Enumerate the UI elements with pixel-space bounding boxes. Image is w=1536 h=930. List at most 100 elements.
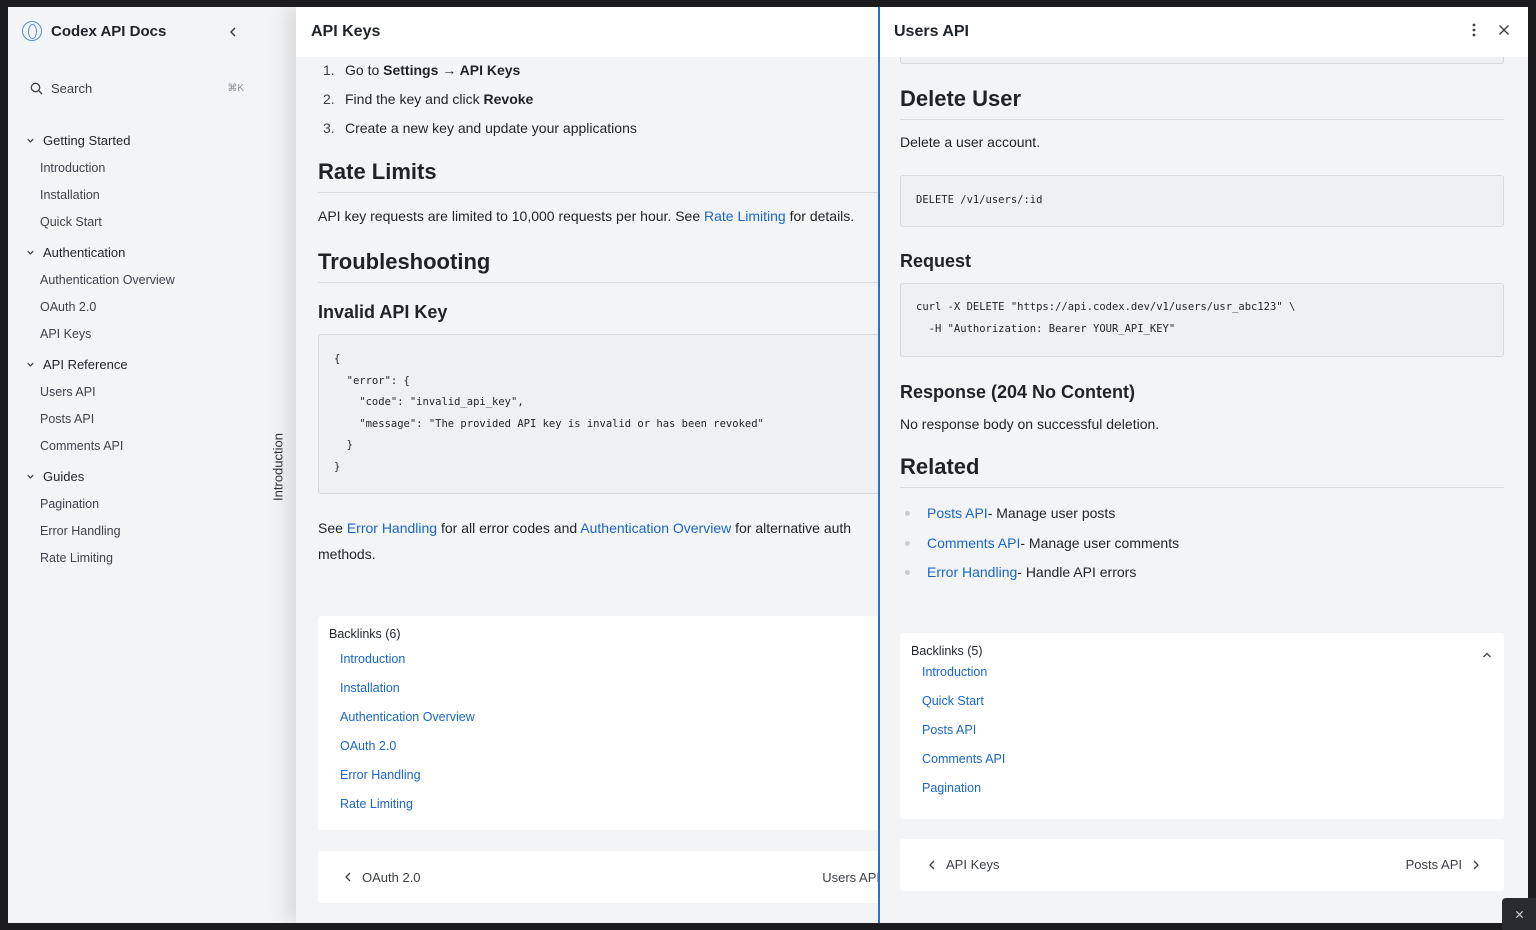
related-desc: - Manage user comments — [1020, 534, 1180, 551]
rate-limiting-link[interactable]: Rate Limiting — [704, 208, 786, 224]
chevron-left-icon — [229, 27, 236, 37]
list-item: 2. Find the key and click Revoke — [318, 85, 880, 114]
next-page-label: Posts API — [1405, 857, 1462, 872]
sidebar-item-quick-start[interactable]: Quick Start — [22, 208, 272, 235]
pane-content: Delete User Delete a user account. DELET… — [900, 57, 1504, 891]
nav-group-label: API Reference — [43, 357, 128, 372]
step-number: 3. — [323, 120, 335, 136]
close-icon — [1499, 25, 1509, 35]
sidebar-item-introduction[interactable]: Introduction — [22, 154, 272, 181]
step-text: Create a new key and update your applica… — [345, 120, 637, 136]
next-page-link[interactable]: Users API — [822, 870, 880, 885]
sidebar-item-installation[interactable]: Installation — [22, 181, 272, 208]
close-overlay-button[interactable] — [1502, 898, 1536, 930]
collapse-sidebar-button[interactable] — [222, 21, 244, 43]
related-error-handling-link[interactable]: Error Handling — [927, 558, 1017, 588]
page-navigation: OAuth 2.0 Users API — [318, 851, 880, 903]
list-item: Comments API - Manage user comments — [900, 529, 1504, 559]
bullet-icon — [905, 540, 910, 546]
text: See — [318, 520, 347, 536]
list-item: 1. Go to Settings → API Keys — [318, 56, 880, 85]
sidebar-item-api-keys[interactable]: API Keys — [22, 320, 272, 347]
chevron-down-icon — [27, 250, 34, 255]
pane-api-keys: API Keys 1. Go to Settings → API Keys 2. F… — [296, 7, 880, 923]
backlink-rate-limiting[interactable]: Rate Limiting — [340, 790, 869, 819]
sidebar-item-users-api[interactable]: Users API — [22, 378, 272, 405]
related-desc: - Manage user posts — [987, 505, 1116, 521]
sidebar-item-oauth[interactable]: OAuth 2.0 — [22, 293, 272, 320]
nav-group-guides[interactable]: Guides — [22, 463, 272, 490]
see-also-text: See Error Handling for all error codes a… — [318, 515, 874, 567]
subsection-heading: Invalid API Key — [318, 302, 448, 322]
next-page-label: Users API — [822, 869, 880, 885]
sidebar-item-pagination[interactable]: Pagination — [22, 490, 272, 517]
text: for all error codes and — [437, 520, 581, 536]
collapse-backlinks-button[interactable] — [1482, 646, 1492, 664]
subsection-heading: Request — [900, 251, 972, 271]
step-text: Find the key and click — [345, 91, 484, 107]
section-heading: Rate Limits — [318, 159, 880, 193]
sidebar-item-authentication-overview[interactable]: Authentication Overview — [22, 266, 272, 293]
search-button[interactable]: Search ⌘K — [22, 75, 244, 101]
search-label: Search — [51, 80, 93, 96]
list-item: Posts API - Manage user posts — [900, 499, 1504, 529]
backlinks-title: Backlinks (6) — [329, 627, 401, 641]
sidebar-item-error-handling[interactable]: Error Handling — [22, 517, 272, 544]
app-name: Codex API Docs — [51, 22, 167, 40]
chevron-right-icon — [1473, 860, 1479, 869]
code-block: { "error": { "code": "invalid_api_key", … — [318, 334, 880, 494]
prev-page-link[interactable]: OAuth 2.0 — [344, 870, 421, 885]
collapsed-pane-label: Introduction — [270, 433, 286, 501]
more-options-button[interactable] — [1472, 23, 1476, 42]
prev-page-label: OAuth 2.0 — [362, 869, 421, 885]
prev-page-link[interactable]: API Keys — [928, 857, 999, 872]
nav-group-authentication[interactable]: Authentication — [22, 239, 272, 266]
sidebar-item-comments-api[interactable]: Comments API — [22, 432, 272, 459]
authentication-overview-link[interactable]: Authentication Overview — [580, 520, 731, 536]
section-heading: Related — [900, 454, 1504, 488]
endpoint-code-block: DELETE /v1/users/:id — [900, 175, 1504, 227]
step-text: Go to — [345, 62, 384, 78]
related-posts-api-link[interactable]: Posts API — [927, 499, 988, 529]
sidebar-nav: Getting Started Introduction Installatio… — [22, 127, 272, 571]
text: for details. — [785, 208, 855, 224]
pane-title: API Keys — [296, 7, 880, 57]
backlinks-title: Backlinks (5) — [911, 643, 983, 658]
backlink-quick-start[interactable]: Quick Start — [922, 687, 1493, 716]
backlink-introduction[interactable]: Introduction — [922, 658, 1493, 687]
nav-group-getting-started[interactable]: Getting Started — [22, 127, 272, 154]
nav-group-api-reference[interactable]: API Reference — [22, 351, 272, 378]
chevron-down-icon — [27, 474, 34, 479]
code-block-end — [900, 57, 1504, 64]
chevron-left-icon — [345, 872, 351, 882]
backlink-error-handling[interactable]: Error Handling — [340, 761, 869, 790]
backlink-pagination[interactable]: Pagination — [922, 774, 1493, 803]
collapsed-pane-tab[interactable]: Introduction — [270, 427, 286, 507]
backlink-installation[interactable]: Installation — [340, 674, 869, 703]
backlink-comments-api[interactable]: Comments API — [922, 745, 1493, 774]
backlink-posts-api[interactable]: Posts API — [922, 716, 1493, 745]
subsection-heading: Response (204 No Content) — [900, 382, 1136, 402]
chevron-down-icon — [27, 138, 34, 143]
chevron-down-icon — [27, 362, 34, 367]
delete-user-description: Delete a user account. — [900, 134, 1041, 150]
backlinks-panel: Backlinks (6) Introduction Installation … — [318, 616, 880, 830]
backlink-introduction[interactable]: Introduction — [340, 645, 869, 674]
backlink-authentication-overview[interactable]: Authentication Overview — [340, 703, 869, 732]
search-shortcut: ⌘K — [227, 82, 244, 94]
nav-group-label: Getting Started — [43, 133, 131, 148]
chevron-up-icon — [1483, 652, 1491, 657]
pane-title: Users API — [894, 23, 969, 40]
bullet-icon — [905, 570, 910, 576]
pane-header: Users API — [880, 7, 1528, 57]
close-pane-button[interactable] — [1498, 23, 1510, 41]
related-list: Posts API - Manage user posts Comments A… — [900, 499, 1504, 588]
brand[interactable]: Codex API Docs — [22, 21, 166, 41]
sidebar-item-posts-api[interactable]: Posts API — [22, 405, 272, 432]
next-page-link[interactable]: Posts API — [1406, 857, 1480, 872]
error-handling-link[interactable]: Error Handling — [347, 520, 437, 536]
sidebar-item-rate-limiting[interactable]: Rate Limiting — [22, 544, 272, 571]
related-comments-api-link[interactable]: Comments API — [927, 529, 1020, 559]
step-bold: Revoke — [483, 91, 534, 107]
backlink-oauth[interactable]: OAuth 2.0 — [340, 732, 869, 761]
